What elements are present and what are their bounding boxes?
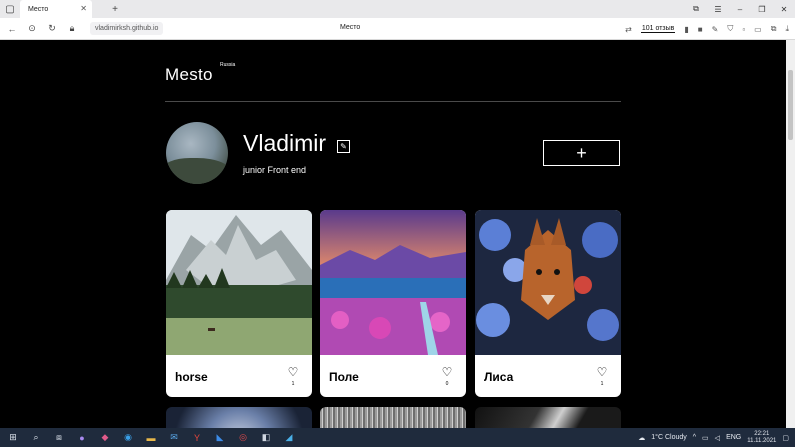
weather-text[interactable]: 1°C Cloudy: [651, 434, 686, 441]
extension-icon[interactable]: ■: [698, 25, 703, 34]
card-title: Поле: [329, 370, 359, 384]
maximize-icon[interactable]: ❐: [751, 5, 773, 14]
app3-icon[interactable]: ◢: [280, 428, 298, 447]
adblock-icon[interactable]: ⛉: [727, 24, 733, 34]
like-count: 1: [600, 381, 604, 387]
bookmark-icon[interactable]: ▮: [684, 25, 688, 34]
network-icon[interactable]: ▭: [702, 434, 709, 442]
add-card-button[interactable]: +: [543, 140, 620, 166]
sidebar-icon[interactable]: ⧉: [771, 24, 777, 34]
address-bar-actions: ⇄ 101 отзыв ▮ ■ ✎ ⛉ ▫ ▭ ⧉ ⤓: [625, 18, 789, 40]
app-icon[interactable]: ◆: [96, 428, 114, 447]
windows-start-icon[interactable]: ⊞: [4, 428, 22, 447]
card-image[interactable]: [475, 210, 621, 355]
new-tab-button[interactable]: +: [106, 0, 124, 18]
card-image-partial[interactable]: [320, 407, 466, 428]
logo[interactable]: Mesto: [165, 65, 213, 85]
extension2-icon[interactable]: ▫: [742, 25, 745, 34]
card-title: horse: [175, 370, 208, 384]
yandex-browser-icon[interactable]: Y: [188, 428, 206, 447]
clock-date: 11.11.2021: [747, 437, 777, 444]
system-tray: ☁ 1°C Cloudy ^ ▭ ◁ ENG 22:21 11.11.2021 …: [638, 428, 789, 447]
edit-profile-button[interactable]: ✎: [337, 140, 350, 153]
scrollbar-thumb[interactable]: [788, 70, 793, 140]
battery-icon[interactable]: ▭: [754, 25, 762, 34]
like-count: 1: [291, 381, 295, 387]
profile-name: Vladimir: [243, 130, 327, 156]
weather-icon[interactable]: ☁: [638, 434, 645, 442]
tab-close-icon[interactable]: ✕: [80, 4, 87, 13]
language-indicator[interactable]: ENG: [726, 434, 741, 441]
card-title: Лиса: [484, 370, 514, 384]
header-divider: [165, 101, 621, 102]
edge-icon[interactable]: ◉: [119, 428, 137, 447]
notifications-icon[interactable]: ▢: [782, 434, 789, 442]
app2-icon[interactable]: ◧: [257, 428, 275, 447]
task-view-icon[interactable]: ⧈: [50, 428, 68, 447]
page-title: Место: [340, 24, 361, 31]
minimize-icon[interactable]: –: [729, 5, 751, 14]
like-icon[interactable]: ♡: [286, 366, 300, 378]
like-icon[interactable]: ♡: [440, 366, 454, 378]
brush-icon[interactable]: ✎: [712, 25, 719, 34]
window-controls: ⧉ ☰ – ❐ ✕: [685, 0, 795, 18]
scrollbar[interactable]: [786, 40, 795, 428]
card: horse ♡ 1: [166, 210, 312, 397]
download-icon[interactable]: ⤓: [785, 24, 789, 34]
card-image-partial[interactable]: [166, 407, 312, 428]
browser-tab[interactable]: Место ✕: [20, 0, 92, 18]
back-icon[interactable]: ←: [4, 24, 20, 34]
url-field[interactable]: vladimirksh.github.io: [90, 22, 164, 35]
pencil-icon: ✎: [340, 142, 347, 151]
taskbar: ⊞ ⌕ ⧈ ● ◆ ◉ ▬ ✉ Y ◣ ◎ ◧ ◢ ☁ 1°C Cloudy ^…: [0, 428, 795, 447]
folder-icon[interactable]: ▬: [142, 428, 160, 447]
shield-icon[interactable]: ⊙: [24, 23, 40, 34]
menu-icon[interactable]: ☰: [707, 5, 729, 14]
reviews-link[interactable]: 101 отзыв: [640, 25, 676, 33]
tabs-icon[interactable]: ⧉: [685, 4, 707, 14]
lock-icon: 🔒︎: [69, 23, 75, 33]
alice-icon[interactable]: ●: [73, 428, 91, 447]
clock-time: 22:21: [754, 430, 770, 437]
reload-icon[interactable]: ↻: [44, 23, 60, 34]
browser-tab-bar: ▢ Место ✕ + ⧉ ☰ – ❐ ✕: [0, 0, 795, 18]
card-image-partial[interactable]: [475, 407, 621, 428]
like-icon[interactable]: ♡: [595, 366, 609, 378]
close-window-icon[interactable]: ✕: [773, 5, 795, 14]
like-count: 0: [445, 381, 449, 387]
card-image[interactable]: [166, 210, 312, 355]
tab-title: Место: [28, 5, 49, 13]
page-content: Mesto Russia Vladimir ✎ junior Front end…: [0, 40, 786, 428]
tray-chevron-icon[interactable]: ^: [693, 434, 696, 441]
vscode-icon[interactable]: ◣: [211, 428, 229, 447]
volume-icon[interactable]: ◁: [715, 434, 720, 442]
card: Поле ♡ 0: [320, 210, 466, 397]
translate-icon[interactable]: ⇄: [625, 25, 632, 34]
card: Лиса ♡ 1: [475, 210, 621, 397]
app-menu-icon[interactable]: ▢: [0, 0, 20, 18]
chrome-icon[interactable]: ◎: [234, 428, 252, 447]
logo-superscript: Russia: [220, 62, 236, 68]
search-icon[interactable]: ⌕: [27, 428, 45, 447]
card-image[interactable]: [320, 210, 466, 355]
profile-about: junior Front end: [243, 165, 307, 175]
avatar[interactable]: [166, 122, 228, 184]
mail-icon[interactable]: ✉: [165, 428, 183, 447]
clock[interactable]: 22:21 11.11.2021: [747, 431, 776, 445]
